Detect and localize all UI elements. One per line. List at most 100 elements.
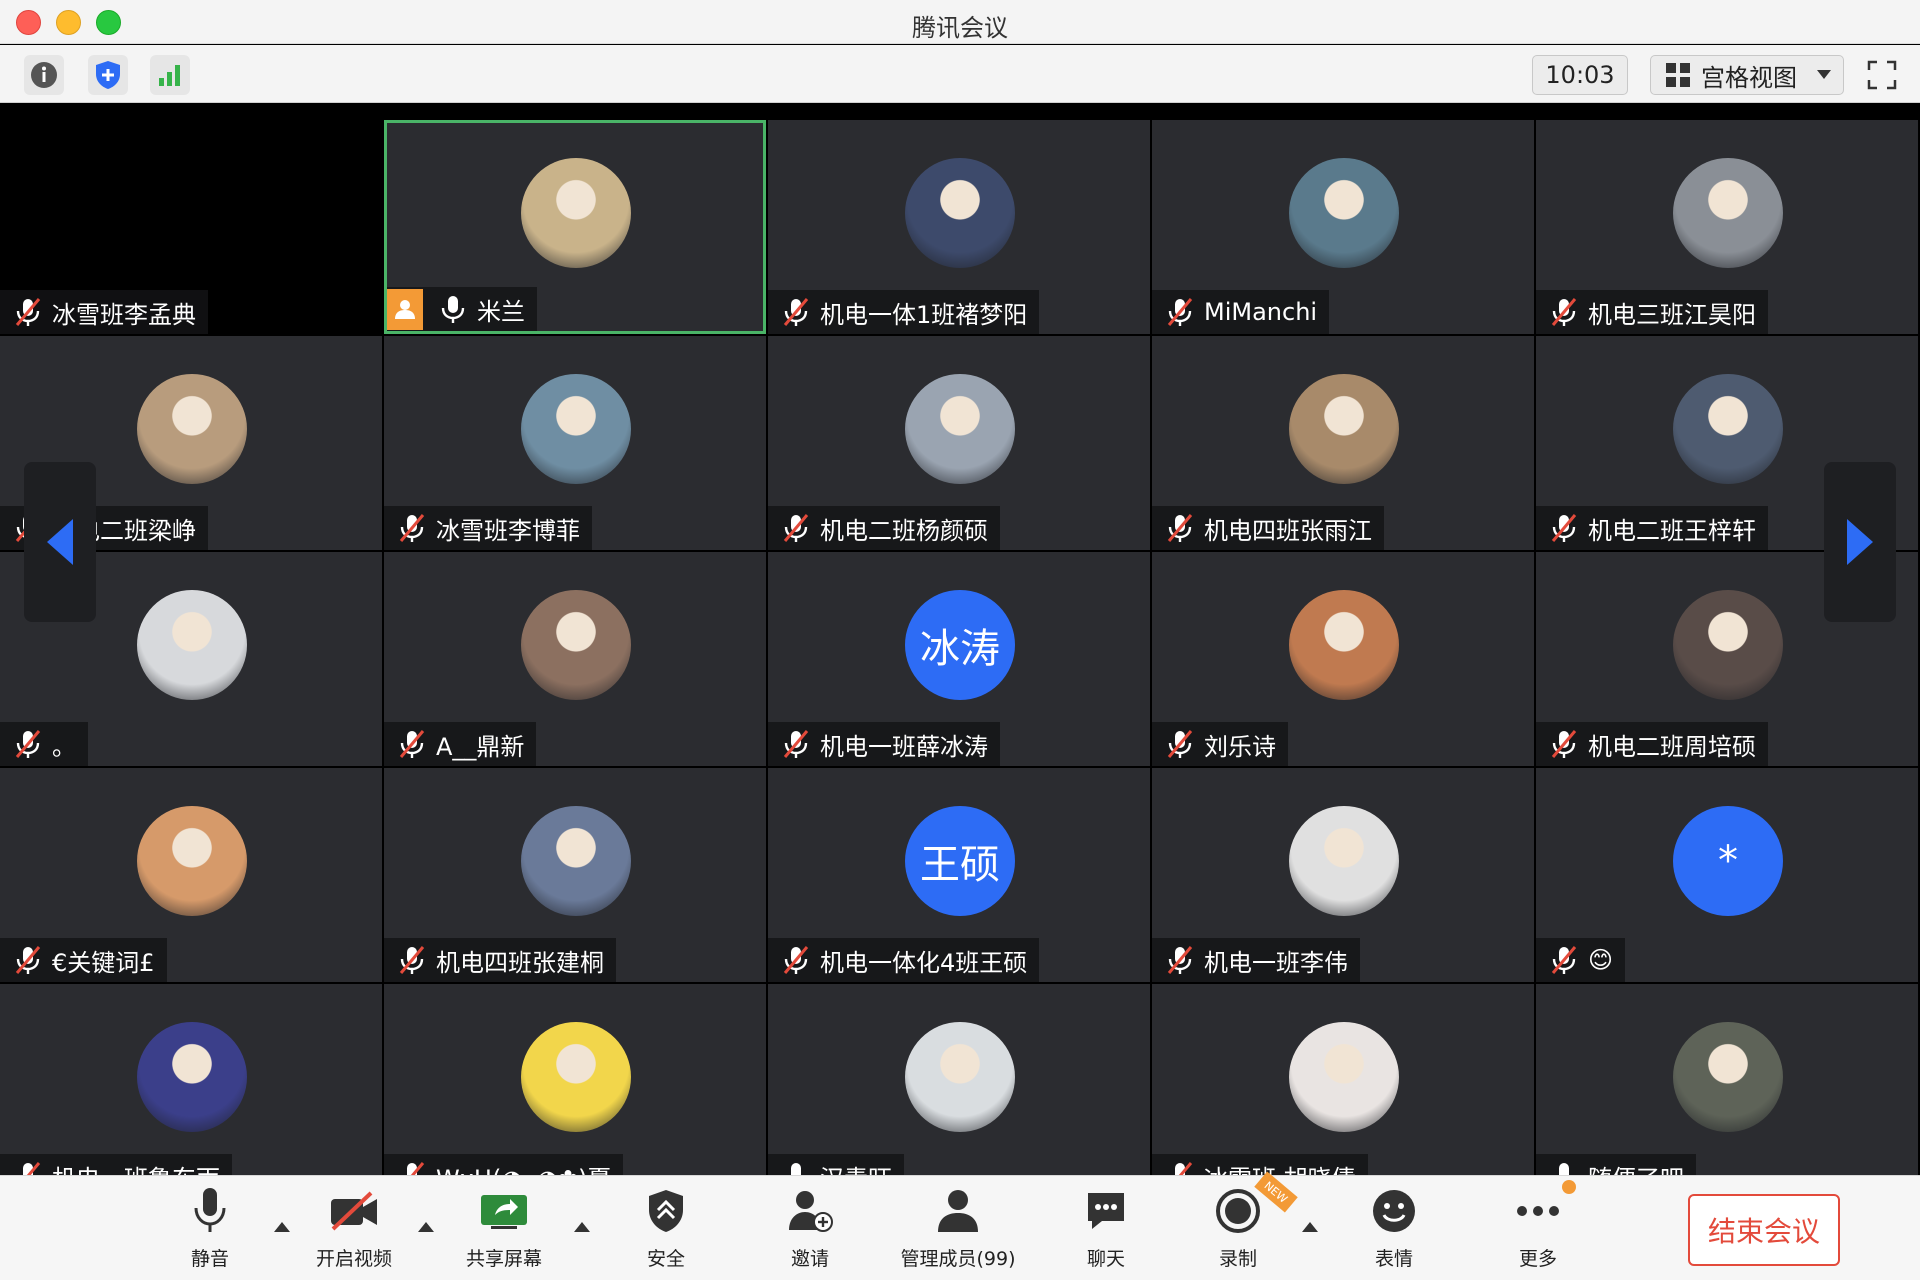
mic-muted-icon (1550, 513, 1578, 543)
participant-name: 。 (52, 732, 76, 761)
mic-muted-icon (14, 729, 42, 759)
participant-nameplate: 冰雪班 胡晓倩 (1152, 1154, 1368, 1175)
mute-button[interactable]: 静音 (150, 1184, 270, 1274)
participant-tile[interactable]: 米兰 (384, 120, 766, 334)
fullscreen-button[interactable] (1862, 55, 1902, 95)
participant-tile[interactable]: 机电一班李伟 (1152, 768, 1534, 982)
participant-nameplate: 汉青旺 (768, 1154, 904, 1175)
participant-nameplate: 冰雪班李孟典 (0, 290, 208, 334)
network-status-button[interactable] (150, 55, 190, 95)
end-meeting-button[interactable]: 结束会议 (1688, 1194, 1840, 1266)
next-page-button[interactable] (1824, 462, 1896, 622)
participant-tile[interactable]: WxH(◕ᴗ◕✿)夏 (384, 984, 766, 1175)
participant-name: 😊 (1588, 946, 1614, 974)
participant-name: 刘乐诗 (1204, 732, 1276, 761)
microphone-icon (1550, 1161, 1578, 1175)
avatar (137, 590, 247, 700)
participant-name: 冰雪班李孟典 (52, 300, 196, 329)
microphone-icon (439, 294, 467, 324)
mic-muted-icon (14, 1161, 42, 1175)
notification-dot (1562, 1180, 1576, 1194)
fullscreen-icon (1867, 60, 1897, 90)
avatar (1289, 590, 1399, 700)
meeting-window: 腾讯会议 10:03 宫格视图 冰雪班李孟典 米兰 机电一体1班褚梦阳 MiManch… (0, 0, 1920, 1280)
participant-nameplate: 机电三班江昊阳 (1536, 290, 1768, 334)
more-button[interactable]: 更多 (1478, 1184, 1598, 1274)
avatar: * (1673, 806, 1783, 916)
participant-nameplate: 机电二班周培硕 (1536, 722, 1768, 766)
participant-name: 汉青旺 (820, 1159, 892, 1176)
start-video-button[interactable]: 开启视频 (294, 1184, 414, 1274)
mic-muted-icon (1550, 729, 1578, 759)
participant-tile[interactable]: * 😊 (1536, 768, 1918, 982)
participant-name: 机电四班张雨江 (1204, 516, 1372, 545)
participant-tile[interactable]: 冰雪班李博菲 (384, 336, 766, 550)
participant-tile[interactable]: A__鼎新 (384, 552, 766, 766)
participant-tile[interactable]: 机电一班鲁东雨 (0, 984, 382, 1175)
record-label: 录制 (1218, 1248, 1257, 1270)
participant-tile[interactable]: €关键词£ (0, 768, 382, 982)
add-person-icon (789, 1191, 833, 1232)
record-options-caret[interactable] (1302, 1222, 1318, 1232)
participant-tile[interactable]: 冰雪班李孟典 (0, 120, 382, 334)
previous-page-button[interactable] (24, 462, 96, 622)
participant-tile[interactable]: 机电二班杨颜硕 (768, 336, 1150, 550)
participant-nameplate: 机电二班杨颜硕 (768, 506, 1000, 550)
chat-button[interactable]: 聊天 (1046, 1184, 1166, 1274)
participant-name: 机电二班王梓轩 (1588, 516, 1756, 545)
mic-muted-icon (782, 513, 810, 543)
security-button[interactable]: 安全 (606, 1184, 726, 1274)
participant-name: 机电二班杨颜硕 (820, 516, 988, 545)
participant-nameplate: 机电一班薛冰涛 (768, 722, 1000, 766)
share-screen-icon (481, 1195, 527, 1229)
avatar (1673, 1022, 1783, 1132)
participant-nameplate: 机电一班李伟 (1152, 938, 1360, 982)
security-shield-icon (649, 1190, 683, 1232)
mic-muted-icon (398, 513, 426, 543)
participant-name: 机电一班李伟 (1204, 948, 1348, 977)
share-options-caret[interactable] (574, 1222, 590, 1232)
participant-tile[interactable]: 机电三班江昊阳 (1536, 120, 1918, 334)
microphone-icon (194, 1188, 226, 1232)
view-mode-label: 宫格视图 (1701, 63, 1797, 92)
participant-tile[interactable]: MiManchi (1152, 120, 1534, 334)
avatar (905, 158, 1015, 268)
manage-members-button[interactable]: 管理成员(99) (898, 1184, 1018, 1274)
invite-button[interactable]: 邀请 (750, 1184, 870, 1274)
participant-nameplate: 机电二班王梓轩 (1536, 506, 1768, 550)
participant-tile[interactable]: 冰涛 机电一班薛冰涛 (768, 552, 1150, 766)
participant-name: 随便了吧 (1588, 1159, 1684, 1176)
invite-label: 邀请 (790, 1248, 829, 1270)
participant-nameplate: 机电一班鲁东雨 (0, 1154, 232, 1175)
participant-tile[interactable]: 机电四班张建桐 (384, 768, 766, 982)
participant-tile[interactable]: 随便了吧 (1536, 984, 1918, 1175)
participant-tile[interactable]: 汉青旺 (768, 984, 1150, 1175)
chat-bubble-icon (1088, 1193, 1124, 1229)
reactions-button[interactable]: 表情 (1334, 1184, 1454, 1274)
members-icon (938, 1190, 978, 1232)
more-label: 更多 (1518, 1248, 1557, 1270)
microphone-icon (782, 1161, 810, 1175)
participant-tile[interactable]: 机电四班张雨江 (1152, 336, 1534, 550)
avatar (137, 374, 247, 484)
participant-tile[interactable]: 机电一体1班褚梦阳 (768, 120, 1150, 334)
meeting-toolbar: 10:03 宫格视图 (0, 45, 1920, 103)
mute-label: 静音 (190, 1248, 229, 1270)
window-title: 腾讯会议 (912, 14, 1008, 42)
participant-tile[interactable]: 冰雪班 胡晓倩 (1152, 984, 1534, 1175)
avatar (1673, 158, 1783, 268)
participant-tile[interactable]: 刘乐诗 (1152, 552, 1534, 766)
participant-nameplate: 机电四班张雨江 (1152, 506, 1384, 550)
share-screen-button[interactable]: 共享屏幕 (444, 1184, 564, 1274)
avatar (521, 1022, 631, 1132)
video-options-caret[interactable] (418, 1222, 434, 1232)
avatar (1673, 374, 1783, 484)
meeting-security-button[interactable] (88, 55, 128, 95)
audio-options-caret[interactable] (274, 1222, 290, 1232)
meeting-info-button[interactable] (24, 55, 64, 95)
participant-name: 机电一班鲁东雨 (52, 1159, 220, 1176)
reactions-label: 表情 (1374, 1248, 1413, 1270)
view-mode-select[interactable]: 宫格视图 (1650, 55, 1844, 95)
avatar (521, 590, 631, 700)
participant-tile[interactable]: 王硕 机电一体化4班王硕 (768, 768, 1150, 982)
